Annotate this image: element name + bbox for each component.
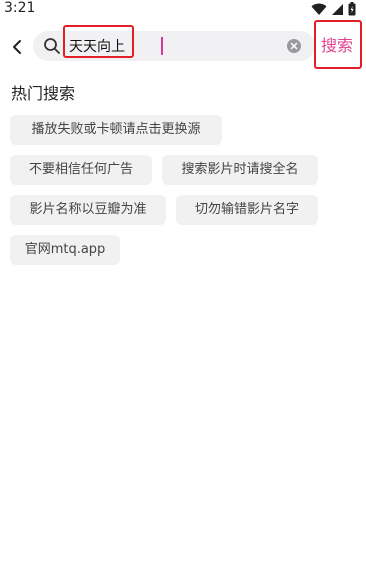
search-icon [44,38,60,54]
status-icons [311,2,356,16]
search-input[interactable] [69,31,279,61]
hot-search-chip[interactable]: 官网mtq.app [10,235,120,265]
back-button[interactable] [6,34,28,60]
hot-search-chip[interactable]: 切勿输错影片名字 [176,195,318,225]
hot-search-chip[interactable]: 不要相信任何广告 [10,155,152,185]
hot-search-title: 热门搜索 [11,84,76,103]
text-cursor [161,37,163,55]
clear-icon[interactable] [287,39,301,53]
signal-icon [332,3,343,15]
search-button[interactable]: 搜索 [321,34,353,58]
back-arrow-icon [13,40,21,54]
search-box[interactable] [33,31,315,61]
status-bar: 3:21 [0,0,366,18]
hot-search-chip[interactable]: 影片名称以豆瓣为准 [10,195,166,225]
wifi-icon [311,3,327,15]
hot-search-chip[interactable]: 搜索影片时请搜全名 [162,155,318,185]
hot-search-chip[interactable]: 播放失败或卡顿请点击更换源 [10,115,222,145]
status-time: 3:21 [4,0,36,16]
battery-icon [348,2,356,16]
